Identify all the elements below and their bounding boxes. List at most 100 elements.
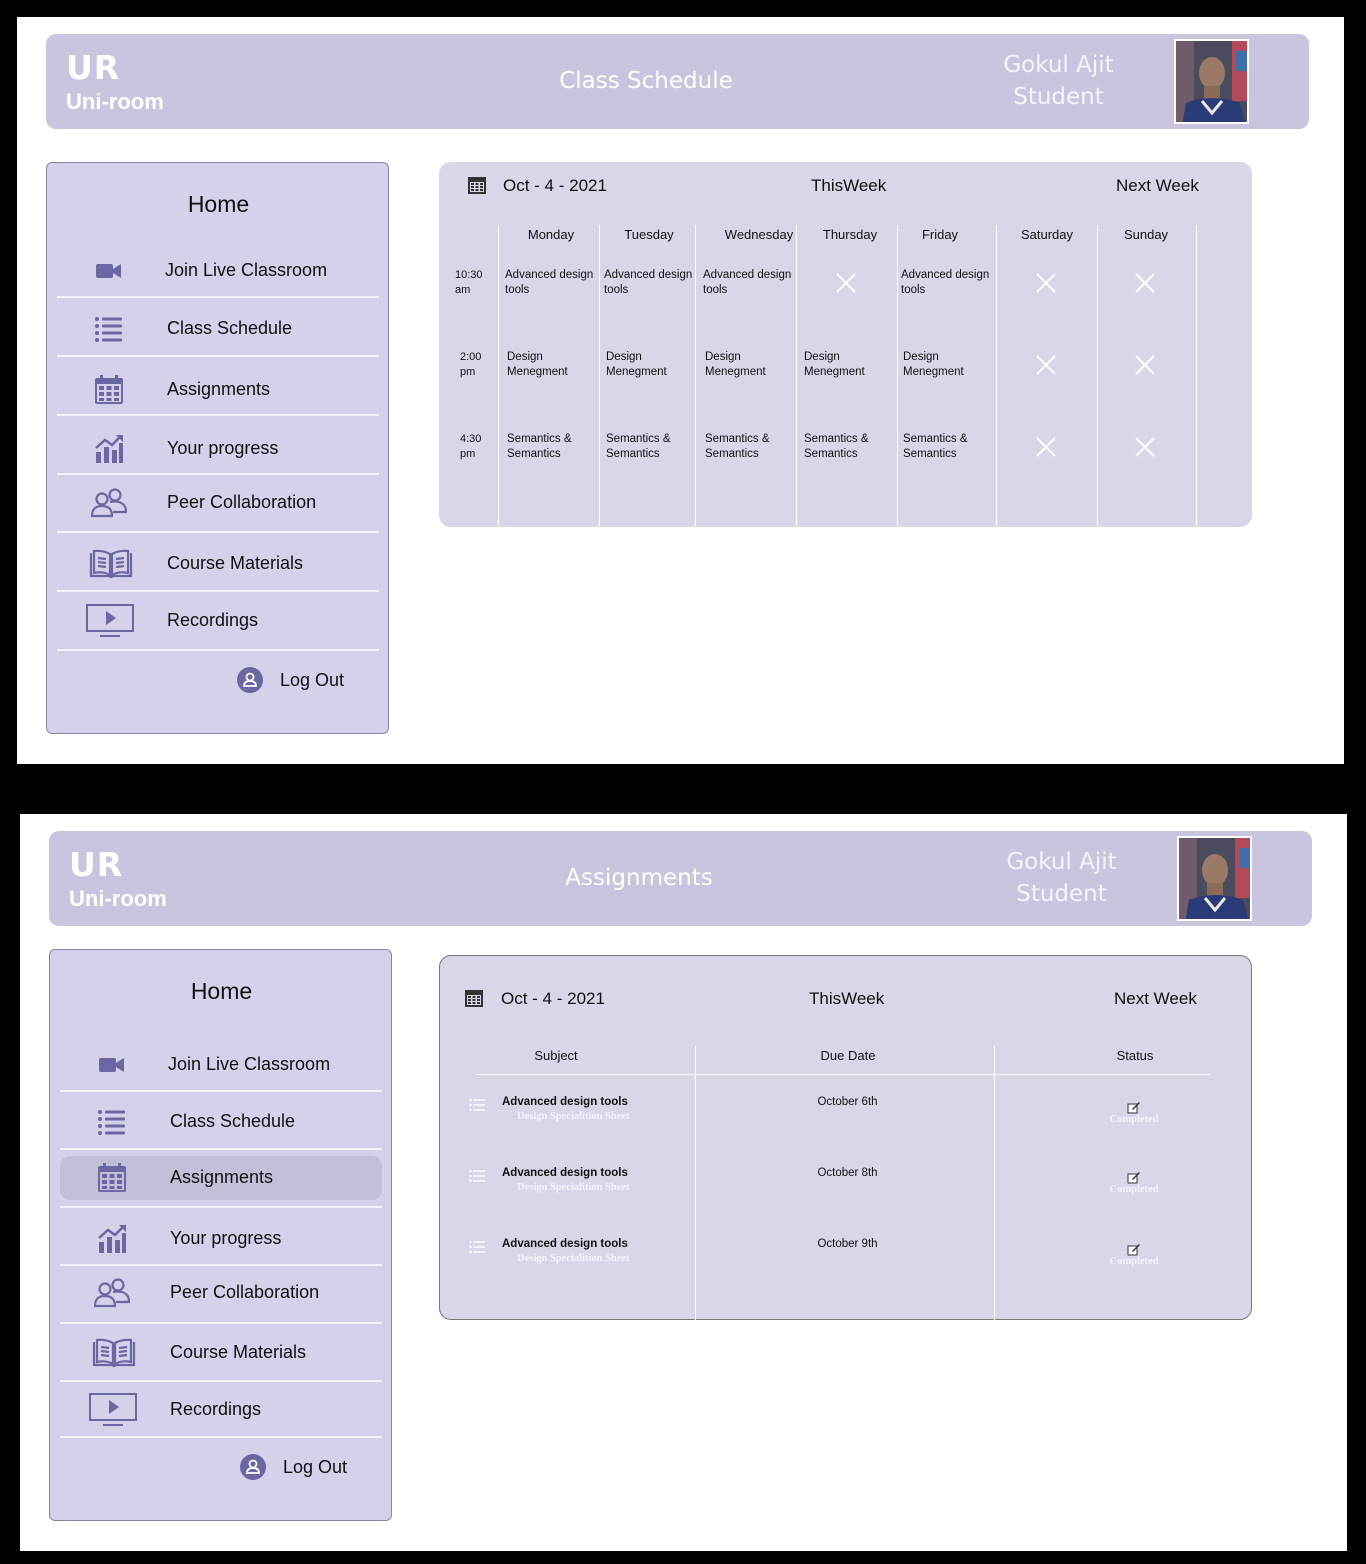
sidebar-item-label: Class Schedule <box>170 1111 296 1131</box>
sidebar-home[interactable]: Home <box>50 978 393 1005</box>
sidebar-item-assignments[interactable]: Assignments <box>57 368 379 412</box>
play-screen-icon <box>89 1393 137 1426</box>
divider <box>57 414 379 416</box>
divider <box>60 1264 382 1266</box>
sidebar-item-course-materials[interactable]: Course Materials <box>57 542 379 586</box>
sidebar-item-class-schedule[interactable]: Class Schedule <box>60 1100 382 1144</box>
sidebar-item-class-schedule[interactable]: Class Schedule <box>57 307 379 351</box>
book-icon <box>92 1337 136 1369</box>
play-screen-icon <box>86 604 134 637</box>
sidebar-item-label: Assignments <box>167 379 271 399</box>
divider <box>60 1148 382 1150</box>
sidebar-item-label: Course Materials <box>170 1342 307 1362</box>
divider <box>60 1322 382 1324</box>
due-date: October 6th <box>817 1096 878 1108</box>
divider <box>60 1380 382 1382</box>
this-week-tab[interactable]: ThisWeek <box>809 989 884 1009</box>
sidebar-item-peer-collaboration[interactable]: Peer Collaboration <box>57 481 379 525</box>
sidebar-item-label: Peer Collaboration <box>170 1282 320 1302</box>
list-icon <box>91 313 127 345</box>
avatar[interactable] <box>1174 39 1249 124</box>
sidebar-item-your-progress[interactable]: Your progress <box>60 1217 382 1261</box>
sidebar-item-label: Your progress <box>170 1228 282 1248</box>
avatar-photo-icon <box>1176 41 1247 122</box>
assignment-subject[interactable]: Advanced design tools <box>502 1096 628 1108</box>
status-badge: Completed <box>1109 1256 1159 1267</box>
user-circle-icon <box>237 667 263 693</box>
divider <box>60 1206 382 1208</box>
sidebar-item-course-materials[interactable]: Course Materials <box>60 1331 382 1375</box>
sidebar-item-join-live-classroom[interactable]: Join Live Classroom <box>60 1043 382 1087</box>
no-class-x-icon <box>836 273 856 293</box>
class-cell[interactable]: Advanced design tools <box>901 268 997 298</box>
sidebar-item-recordings[interactable]: Recordings <box>60 1388 382 1432</box>
assignment-subject[interactable]: Advanced design tools <box>502 1238 628 1250</box>
divider <box>498 225 499 527</box>
class-cell[interactable]: Design Menegment <box>705 350 801 380</box>
divider <box>57 296 379 298</box>
divider <box>57 473 379 475</box>
header: UR Uni-room Assignments Gokul Ajit Stude… <box>49 831 1312 926</box>
class-cell[interactable]: Semantics & Semantics <box>507 432 603 462</box>
time-slot: 4:30 pm <box>460 433 482 460</box>
divider <box>57 531 379 533</box>
day-header: Monday <box>527 227 575 242</box>
video-camera-icon <box>94 1049 130 1081</box>
next-week-tab[interactable]: Next Week <box>1114 989 1197 1009</box>
class-cell[interactable]: Design Menegment <box>804 350 900 380</box>
sidebar-item-join-live-classroom[interactable]: Join Live Classroom <box>57 249 379 293</box>
list-icon <box>469 1098 485 1112</box>
sidebar-home[interactable]: Home <box>47 191 390 218</box>
this-week-tab[interactable]: ThisWeek <box>811 176 886 196</box>
assignments-screen: UR Uni-room Assignments Gokul Ajit Stude… <box>20 814 1347 1551</box>
status-badge: Completed <box>1109 1114 1159 1125</box>
calendar-icon <box>91 374 127 406</box>
calendar-icon[interactable] <box>467 175 487 195</box>
class-cell[interactable]: Design Menegment <box>606 350 702 380</box>
class-schedule-screen: UR Uni-room Class Schedule Gokul Ajit St… <box>17 17 1344 764</box>
no-class-x-icon <box>1036 437 1056 457</box>
calendar-icon[interactable] <box>464 988 484 1008</box>
assignment-subject[interactable]: Advanced design tools <box>502 1167 628 1179</box>
user-name: Gokul Ajit <box>1003 52 1114 78</box>
avatar[interactable] <box>1177 836 1252 921</box>
class-cell[interactable]: Advanced design tools <box>604 268 700 298</box>
divider <box>57 649 379 651</box>
edit-icon[interactable] <box>1127 1100 1141 1114</box>
edit-icon[interactable] <box>1127 1170 1141 1184</box>
list-icon <box>469 1169 485 1183</box>
due-date: October 8th <box>817 1167 878 1179</box>
sidebar: Home Join Live Classroom Class Schedule … <box>46 162 389 734</box>
divider <box>994 1046 995 1321</box>
user-role: Student <box>1013 84 1104 110</box>
class-cell[interactable]: Semantics & Semantics <box>804 432 900 462</box>
sidebar-item-assignments[interactable]: Assignments <box>60 1156 382 1200</box>
sidebar-item-recordings[interactable]: Recordings <box>57 599 379 643</box>
class-cell[interactable]: Advanced design tools <box>505 268 601 298</box>
logout-button[interactable]: Log Out <box>240 1450 370 1490</box>
class-cell[interactable]: Semantics & Semantics <box>705 432 801 462</box>
status-badge: Completed <box>1109 1184 1159 1195</box>
sidebar-item-label: Your progress <box>167 438 279 458</box>
assignment-detail: Design Specialition Sheet <box>517 1182 630 1193</box>
page-title: Assignments <box>565 865 713 891</box>
next-week-tab[interactable]: Next Week <box>1116 176 1199 196</box>
divider <box>60 1436 382 1438</box>
logout-button[interactable]: Log Out <box>237 663 367 703</box>
due-date: October 9th <box>817 1238 878 1250</box>
no-class-x-icon <box>1036 355 1056 375</box>
list-icon <box>94 1106 130 1138</box>
edit-icon[interactable] <box>1127 1242 1141 1256</box>
sidebar: Home Join Live Classroom Class Schedule … <box>49 949 392 1521</box>
sidebar-item-peer-collaboration[interactable]: Peer Collaboration <box>60 1271 382 1315</box>
class-cell[interactable]: Advanced design tools <box>703 268 799 298</box>
book-icon <box>89 548 133 580</box>
time-slot: 2:00 pm <box>460 351 482 378</box>
sidebar-item-your-progress[interactable]: Your progress <box>57 427 379 471</box>
class-cell[interactable]: Design Menegment <box>507 350 603 380</box>
user-name: Gokul Ajit <box>1006 849 1117 875</box>
day-header: Sunday <box>1123 227 1169 242</box>
class-cell[interactable]: Design Menegment <box>903 350 999 380</box>
class-cell[interactable]: Semantics & Semantics <box>606 432 702 462</box>
class-cell[interactable]: Semantics & Semantics <box>903 432 999 462</box>
